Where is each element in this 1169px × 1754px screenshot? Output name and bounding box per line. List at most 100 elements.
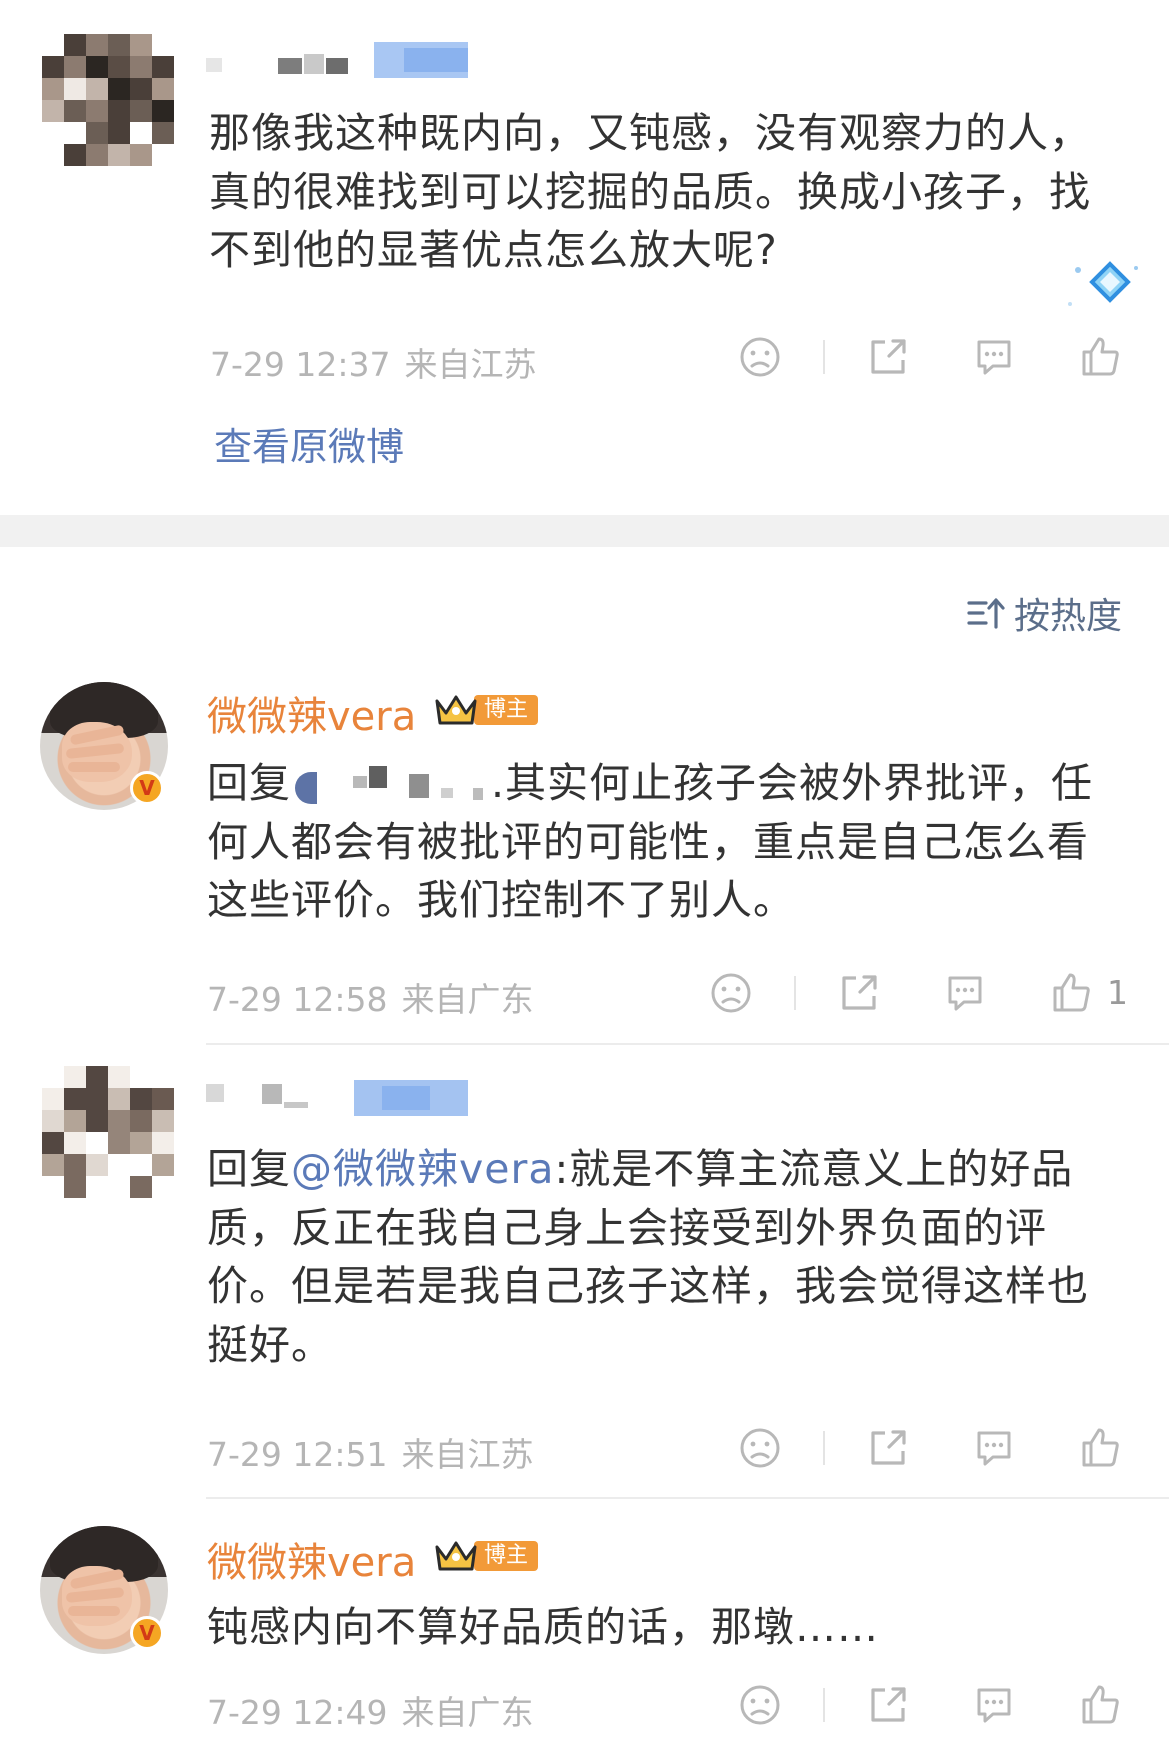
avatar-mosaic-cell xyxy=(108,100,130,122)
comment-icon[interactable] xyxy=(973,336,1015,378)
avatar-mosaic-cell xyxy=(42,1132,64,1154)
avatar-mosaic-cell xyxy=(108,144,130,166)
avatar-mosaic-cell xyxy=(108,122,130,144)
share-icon[interactable] xyxy=(867,1684,909,1726)
avatar-mosaic-cell xyxy=(86,1132,108,1154)
avatar-mosaic-cell xyxy=(86,56,108,78)
avatar-mosaic-cell xyxy=(42,100,64,122)
avatar-mosaic-cell xyxy=(130,144,152,166)
avatar-mosaic-cell xyxy=(108,1110,130,1132)
comment-text: 钝感内向不算好品质的话，那墩…… xyxy=(207,1603,879,1651)
timestamp: 7-29 12:37 xyxy=(210,345,391,384)
avatar-mosaic-cell xyxy=(130,1110,152,1132)
sort-by-heat-button[interactable]: 按热度 xyxy=(966,590,1123,637)
blogger-label: 博主 xyxy=(474,695,539,725)
avatar-mosaic-cell xyxy=(152,1110,174,1132)
avatar-mosaic-cell xyxy=(42,56,64,78)
avatar-mosaic-cell xyxy=(64,78,86,100)
avatar-mosaic-cell xyxy=(64,1154,86,1176)
avatar-mosaic-cell xyxy=(108,34,130,56)
avatar-mosaic-cell xyxy=(152,1088,174,1110)
avatar-mosaic-cell xyxy=(86,100,108,122)
avatar-mosaic-cell xyxy=(64,1088,86,1110)
avatar-mosaic-cell xyxy=(64,1110,86,1132)
sort-label: 按热度 xyxy=(1014,596,1123,637)
divider xyxy=(823,340,825,374)
avatar-mosaic-cell xyxy=(108,1132,130,1154)
mentioned-user-blurred[interactable] xyxy=(291,766,491,806)
like-count: 1 xyxy=(1107,973,1128,1012)
share-icon[interactable] xyxy=(867,336,909,378)
avatar-mosaic-cell xyxy=(64,1066,86,1088)
reply-prefix: 回复 xyxy=(207,1145,291,1193)
avatar-mosaic-cell xyxy=(130,1176,152,1198)
avatar-blurred[interactable] xyxy=(34,30,184,180)
avatar-mosaic-cell xyxy=(86,1154,108,1176)
blogger-badge: 博主 xyxy=(434,1539,539,1573)
avatar-mosaic-cell xyxy=(64,122,86,144)
like-icon[interactable] xyxy=(1078,334,1122,378)
avatar-mosaic-cell xyxy=(152,78,174,100)
avatar-mosaic-cell xyxy=(86,1110,108,1132)
avatar-mosaic-cell xyxy=(42,1110,64,1132)
dislike-face-icon[interactable] xyxy=(739,1427,781,1469)
comment-meta: 7-29 12:58 来自广东 xyxy=(207,973,534,1021)
comment-meta: 7-29 12:49 来自广东 xyxy=(207,1686,534,1734)
avatar-mosaic-cell xyxy=(86,1088,108,1110)
avatar-mosaic-cell xyxy=(64,100,86,122)
avatar-mosaic-cell xyxy=(64,144,86,166)
avatar-mosaic-cell xyxy=(152,1154,174,1176)
username-blurred[interactable] xyxy=(206,42,468,78)
verified-badge-icon: V xyxy=(130,1616,164,1650)
avatar-blurred[interactable] xyxy=(34,1062,184,1212)
avatar-mosaic-cell xyxy=(86,144,108,166)
comment-divider xyxy=(206,1043,1169,1045)
sparkle-diamond-icon xyxy=(1062,258,1144,318)
comment-icon[interactable] xyxy=(944,972,986,1014)
divider xyxy=(823,1688,825,1722)
avatar-mosaic-cell xyxy=(108,1088,130,1110)
avatar-mosaic-cell xyxy=(108,1176,130,1198)
avatar-mosaic-cell xyxy=(86,1066,108,1088)
view-original-post-link[interactable]: 查看原微博 xyxy=(214,416,404,471)
timestamp: 7-29 12:51 xyxy=(207,1435,388,1474)
share-icon[interactable] xyxy=(838,972,880,1014)
like-icon[interactable] xyxy=(1049,970,1093,1014)
blogger-badge: 博主 xyxy=(434,693,539,727)
comment-icon[interactable] xyxy=(973,1684,1015,1726)
username-blurred[interactable] xyxy=(206,1080,468,1116)
avatar-mosaic-cell xyxy=(130,34,152,56)
mention-link[interactable]: @微微辣vera xyxy=(291,1145,554,1193)
dislike-face-icon[interactable] xyxy=(710,972,752,1014)
avatar-mosaic-cell xyxy=(42,1154,64,1176)
comment-meta: 7-29 12:37 来自江苏 xyxy=(210,338,537,386)
avatar-mosaic-cell xyxy=(86,1176,108,1198)
avatar-mosaic-cell xyxy=(64,34,86,56)
avatar-mosaic-cell xyxy=(130,1132,152,1154)
avatar-mosaic-cell xyxy=(64,56,86,78)
dislike-face-icon[interactable] xyxy=(739,336,781,378)
avatar-mosaic-cell xyxy=(152,100,174,122)
divider xyxy=(794,976,796,1010)
avatar-mosaic-cell xyxy=(130,1088,152,1110)
sort-icon xyxy=(966,595,1006,631)
verified-badge-icon: V xyxy=(130,771,164,805)
avatar-mosaic-cell xyxy=(42,1088,64,1110)
avatar-mosaic-cell xyxy=(108,1066,130,1088)
like-icon[interactable] xyxy=(1078,1425,1122,1469)
blogger-label: 博主 xyxy=(474,1541,539,1571)
nickname[interactable]: 微微辣vera xyxy=(207,684,416,742)
divider xyxy=(823,1431,825,1465)
dislike-face-icon[interactable] xyxy=(739,1684,781,1726)
share-icon[interactable] xyxy=(867,1427,909,1469)
avatar-mosaic-cell xyxy=(130,56,152,78)
avatar-mosaic-cell xyxy=(86,122,108,144)
nickname[interactable]: 微微辣vera xyxy=(207,1530,416,1588)
comment-icon[interactable] xyxy=(973,1427,1015,1469)
avatar-mosaic-cell xyxy=(152,56,174,78)
avatar-mosaic-cell xyxy=(130,78,152,100)
like-icon[interactable] xyxy=(1078,1682,1122,1726)
section-separator xyxy=(0,515,1169,547)
location: 来自广东 xyxy=(401,1693,534,1732)
comment-text: 那像我这种既内向，又钝感，没有观察力的人，真的很难找到可以挖掘的品质。换成小孩子… xyxy=(209,109,1091,274)
